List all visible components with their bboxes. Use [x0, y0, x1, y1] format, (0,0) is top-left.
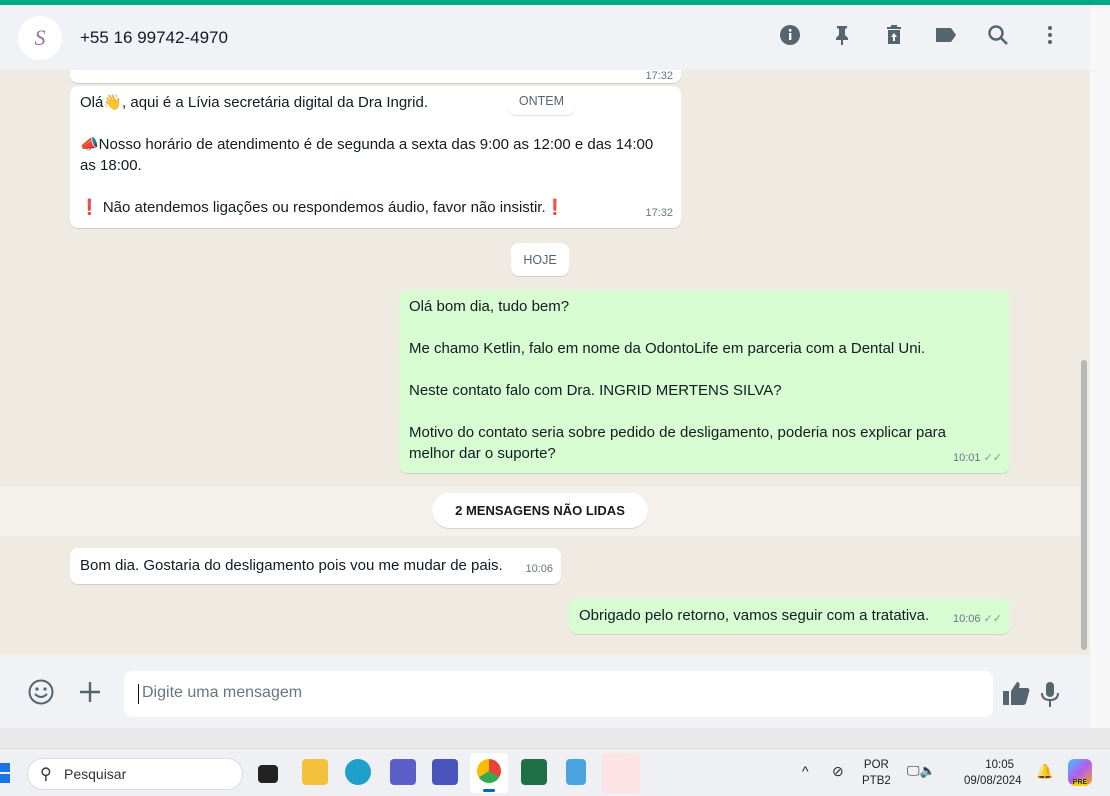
- label-icon[interactable]: [934, 23, 958, 47]
- taskbar-search[interactable]: ⚲ Pesquisar: [27, 758, 243, 790]
- search-icon[interactable]: [986, 23, 1010, 47]
- message-text: 📣Nosso horário de atendimento é de segun…: [80, 136, 654, 174]
- info-icon[interactable]: [778, 23, 802, 47]
- start-icon[interactable]: [0, 763, 12, 783]
- message-bubble-partial: 17:32: [70, 70, 681, 83]
- task-view-icon[interactable]: [258, 765, 278, 783]
- message-bubble-outgoing: Olá bom dia, tudo bem? Me chamo Ketlin, …: [399, 290, 1010, 473]
- snipping-tool-icon[interactable]: [602, 753, 640, 793]
- message-time: 17:32: [645, 70, 673, 82]
- date-divider-today: HOJE: [511, 243, 569, 276]
- teams-work-icon[interactable]: [432, 759, 458, 785]
- message-time: 10:06: [952, 613, 981, 625]
- message-text: ❗ Não atendemos ligações ou respondemos …: [80, 199, 565, 216]
- message-bubble-outgoing: Obrigado pelo retorno, vamos seguir com …: [569, 599, 1010, 634]
- message-input[interactable]: Digite uma mensagem: [124, 671, 993, 717]
- file-explorer-icon[interactable]: [302, 759, 328, 785]
- whatsapp-window: S +55 16 99742-4970 17:32 Olá👋, aqui é a…: [0, 5, 1090, 728]
- teams-icon[interactable]: [390, 759, 416, 785]
- attach-plus-icon[interactable]: [78, 680, 102, 709]
- search-icon: ⚲: [40, 766, 52, 783]
- pin-icon[interactable]: [830, 23, 854, 47]
- read-ticks-icon: ✓✓: [983, 613, 1002, 625]
- message-text: Olá bom dia, tudo bem?: [409, 298, 570, 315]
- message-text: Motivo do contato seria sobre pedido de …: [409, 424, 946, 462]
- message-time: 10:06: [525, 563, 553, 575]
- notification-bell-icon[interactable]: 🔔: [1036, 763, 1053, 779]
- menu-icon[interactable]: [1038, 23, 1062, 47]
- scrollbar[interactable]: [1081, 360, 1087, 650]
- read-ticks-icon: ✓✓: [983, 452, 1002, 464]
- chat-header: S +55 16 99742-4970: [0, 5, 1090, 70]
- message-bubble-incoming: Olá👋, aqui é a Lívia secretária digital …: [70, 86, 681, 228]
- thumbs-up-icon[interactable]: [1002, 681, 1030, 712]
- message-list[interactable]: 17:32 Olá👋, aqui é a Lívia secretária di…: [0, 70, 1090, 655]
- message-bubble-incoming: Bom dia. Gostaria do desligamento pois v…: [70, 548, 561, 584]
- browser-edge: [1090, 5, 1110, 728]
- copilot-icon[interactable]: PRE: [1068, 759, 1092, 786]
- composer: Digite uma mensagem: [0, 655, 1090, 728]
- windows-taskbar: ⚲ Pesquisar ^ ⊘ POR PTB2 🖵🔈 10:05 09/08/202…: [0, 748, 1110, 796]
- date-divider-yesterday: ONTEM: [508, 86, 575, 115]
- emoji-icon[interactable]: [28, 679, 54, 710]
- microphone-icon[interactable]: [1040, 681, 1060, 714]
- unread-messages-divider: 2 MENSAGENS NÃO LIDAS: [432, 493, 648, 528]
- excel-icon[interactable]: [521, 759, 547, 785]
- chrome-taskbar-button[interactable]: [470, 753, 508, 793]
- message-time: 17:32: [645, 207, 673, 219]
- language-indicator[interactable]: POR PTB2: [862, 757, 891, 789]
- speaker-icon[interactable]: 🖵🔈: [907, 763, 936, 779]
- contact-name[interactable]: +55 16 99742-4970: [80, 28, 228, 48]
- message-text: Obrigado pelo retorno, vamos seguir com …: [579, 607, 930, 624]
- network-off-icon[interactable]: ⊘: [832, 763, 844, 779]
- clock[interactable]: 10:05 09/08/2024: [964, 757, 1022, 789]
- message-text: Me chamo Ketlin, falo em nome da OdontoL…: [409, 340, 926, 357]
- chrome-icon: [477, 759, 501, 783]
- show-hidden-icons[interactable]: ^: [802, 763, 809, 779]
- message-text: Neste contato falo com Dra. INGRID MERTE…: [409, 382, 782, 399]
- message-text: Olá👋, aqui é a Lívia secretária digital …: [80, 94, 429, 111]
- message-time: 10:01: [952, 452, 981, 464]
- message-text: Bom dia. Gostaria do desligamento pois v…: [80, 557, 503, 574]
- avatar[interactable]: S: [18, 15, 62, 60]
- delete-icon[interactable]: [882, 23, 906, 47]
- edge-icon[interactable]: [345, 759, 371, 785]
- notepad-icon[interactable]: [566, 759, 586, 785]
